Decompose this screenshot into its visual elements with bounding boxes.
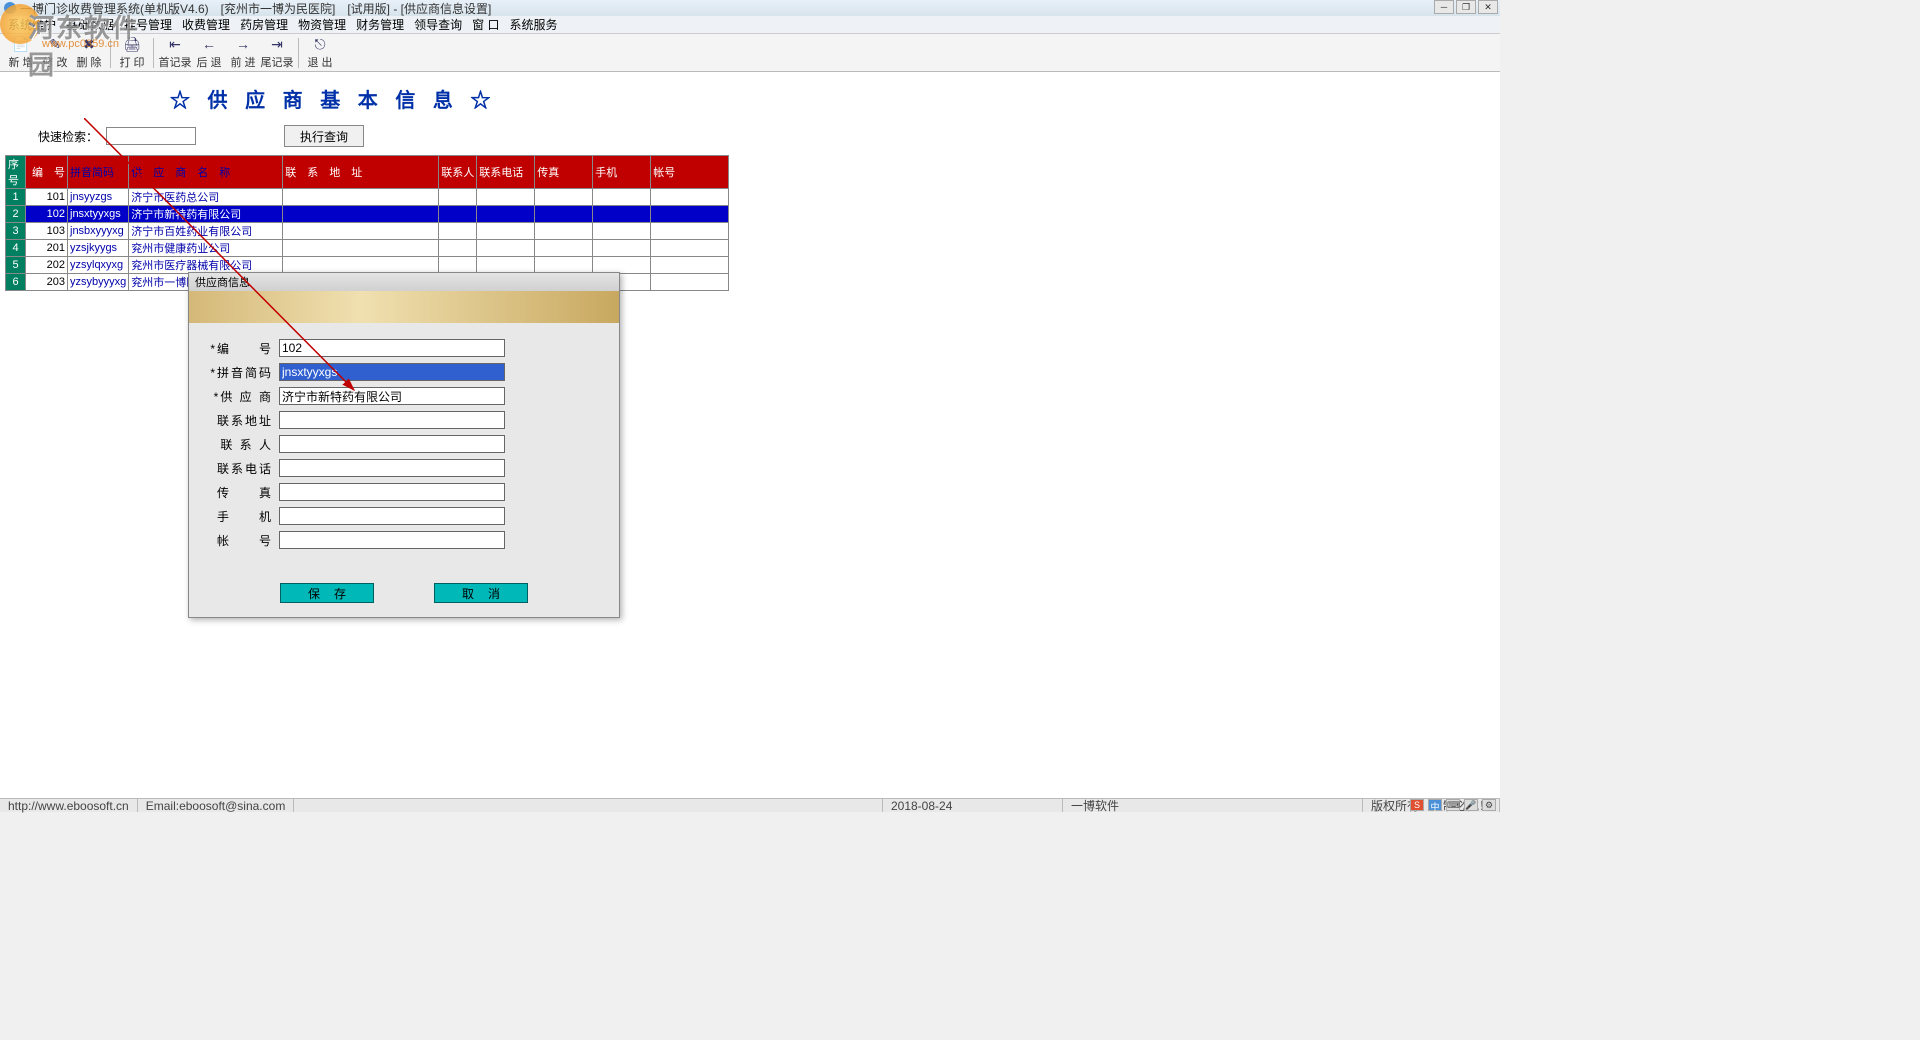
column-header[interactable]: 帐号 [651, 156, 729, 189]
ime-badge[interactable]: S [1410, 799, 1424, 811]
toolbar-button[interactable]: ✎修 改 [38, 36, 72, 70]
status-bar: http://www.eboosoft.cn Email:eboosoft@si… [0, 798, 1500, 812]
menu-item[interactable]: 财务管理 [352, 16, 408, 33]
field-label: 帐 号 [209, 532, 273, 549]
cancel-button[interactable]: 取消 [434, 583, 528, 603]
menu-item[interactable]: 收费管理 [178, 16, 234, 33]
dialog-banner [189, 291, 619, 323]
column-header[interactable]: 供 应 商 名 称 [129, 156, 283, 189]
search-input[interactable] [106, 127, 196, 145]
toolbar-button[interactable]: ←后 退 [192, 36, 226, 70]
toolbar-button[interactable]: ⇤首记录 [158, 36, 192, 70]
column-header[interactable]: 传真 [535, 156, 593, 189]
menu-item[interactable]: 药房管理 [236, 16, 292, 33]
menu-item[interactable]: 窗 口 [468, 16, 503, 33]
field-label: 联 系 人 [209, 436, 273, 453]
column-header[interactable]: 联 系 地 址 [283, 156, 439, 189]
toolbar-button[interactable]: ⇥尾记录 [260, 36, 294, 70]
field-input[interactable] [279, 411, 505, 429]
field-label: 传 真 [209, 484, 273, 501]
table-row[interactable]: 5202yzsylqxyxg兖州市医疗器械有限公司 [6, 257, 729, 274]
app-icon [4, 2, 16, 14]
field-input[interactable] [279, 339, 505, 357]
restore-button[interactable]: ❐ [1456, 0, 1476, 14]
field-input[interactable] [279, 459, 505, 477]
table-row[interactable]: 1101jnsyyzgs济宁市医药总公司 [6, 189, 729, 206]
search-label: 快速检索： [38, 128, 98, 145]
tray-icon[interactable]: 🎤 [1464, 799, 1478, 811]
toolbar-button[interactable]: 🖨打 印 [115, 36, 149, 70]
column-header[interactable]: 序号 [6, 156, 26, 189]
title-bar: 一博门诊收费管理系统(单机版V4.6) [兖州市一博为民医院] [试用版] - … [0, 0, 1500, 16]
field-input[interactable] [279, 483, 505, 501]
column-header[interactable]: 联系电话 [477, 156, 535, 189]
field-label: *拼音简码 [209, 364, 273, 381]
menu-item[interactable]: 物资管理 [294, 16, 350, 33]
minimize-button[interactable]: ─ [1434, 0, 1454, 14]
system-tray: S 中 ⌨ 🎤 ⚙ [1410, 798, 1496, 812]
supplier-dialog: 供应商信息 *编 号 *拼音简码 *供 应 商联系地址联 系 人联系电话传 真手 机… [188, 272, 620, 618]
column-header[interactable]: 手机 [593, 156, 651, 189]
dialog-title: 供应商信息 [189, 273, 619, 291]
field-input[interactable] [279, 531, 505, 549]
field-label: 联系电话 [209, 460, 273, 477]
field-label: *供 应 商 [209, 388, 273, 405]
field-label: 联系地址 [209, 412, 273, 429]
field-input[interactable] [279, 387, 505, 405]
column-header[interactable]: 编 号 [26, 156, 68, 189]
toolbar-button[interactable]: →前 进 [226, 36, 260, 70]
window-title: 一博门诊收费管理系统(单机版V4.6) [兖州市一博为民医院] [试用版] - … [20, 0, 491, 17]
field-label: *编 号 [209, 340, 273, 357]
table-row[interactable]: 3103jnsbxyyyxg济宁市百姓药业有限公司 [6, 223, 729, 240]
supplier-table: 序号编 号拼音简码供 应 商 名 称联 系 地 址联系人联系电话传真手机帐号 1… [5, 155, 729, 291]
status-url: http://www.eboosoft.cn [0, 799, 138, 812]
field-input[interactable] [279, 435, 505, 453]
status-company: 一博软件 [1063, 799, 1363, 812]
column-header[interactable]: 联系人 [439, 156, 477, 189]
status-email: Email:eboosoft@sina.com [138, 799, 295, 812]
save-button[interactable]: 保存 [280, 583, 374, 603]
table-row[interactable]: 4201yzsjkyygs兖州市健康药业公司 [6, 240, 729, 257]
tray-icon[interactable]: ⌨ [1446, 799, 1460, 811]
menu-item[interactable]: 基础数据 [62, 16, 118, 33]
ime-lang[interactable]: 中 [1428, 799, 1442, 811]
table-row[interactable]: 2102jnsxtyyxgs济宁市新特药有限公司 [6, 206, 729, 223]
toolbar: 📄新 增✎修 改✖删 除 🖨打 印 ⇤首记录←后 退→前 进⇥尾记录 ⎋退 出 [0, 34, 1500, 72]
query-button[interactable]: 执行查询 [284, 125, 364, 147]
field-input[interactable] [279, 363, 505, 381]
toolbar-button[interactable]: ⎋退 出 [303, 36, 337, 70]
menu-item[interactable]: 挂号管理 [120, 16, 176, 33]
menu-item[interactable]: 领导查询 [410, 16, 466, 33]
menu-item[interactable]: 系统维护 [4, 16, 60, 33]
toolbar-button[interactable]: 📄新 增 [4, 36, 38, 70]
column-header[interactable]: 拼音简码 [68, 156, 129, 189]
menu-item[interactable]: 系统服务 [505, 16, 561, 33]
field-label: 手 机 [209, 508, 273, 525]
page-title: ☆ 供 应 商 基 本 信 息 ☆ [170, 84, 1500, 113]
menu-bar: 系统维护基础数据挂号管理收费管理药房管理物资管理财务管理领导查询窗 口系统服务 [0, 16, 1500, 34]
tray-icon[interactable]: ⚙ [1482, 799, 1496, 811]
status-date: 2018-08-24 [883, 799, 1063, 812]
close-button[interactable]: ✕ [1478, 0, 1498, 14]
toolbar-button[interactable]: ✖删 除 [72, 36, 106, 70]
field-input[interactable] [279, 507, 505, 525]
